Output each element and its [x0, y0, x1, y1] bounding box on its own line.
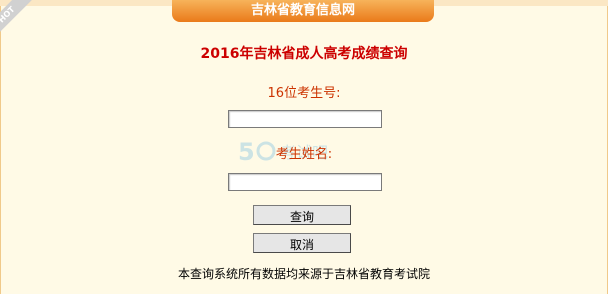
footer-note: 本查询系统所有数据均来源于吉林省教育考试院 [177, 267, 430, 281]
query-button[interactable]: 查询 [253, 205, 351, 225]
exam-number-input[interactable] [228, 110, 382, 128]
exam-number-label: 16位考生号: [267, 86, 341, 101]
name-input[interactable] [228, 173, 382, 191]
name-label: 考生姓名: [275, 147, 333, 162]
hot-badge-label: HOT [0, 0, 34, 40]
hot-badge: HOT [0, 0, 34, 40]
site-title-tab: 吉林省教育信息网 [172, 0, 434, 22]
cancel-button[interactable]: 取消 [253, 233, 351, 253]
page-title: 2016年吉林省成人高考成绩查询 [200, 46, 408, 62]
